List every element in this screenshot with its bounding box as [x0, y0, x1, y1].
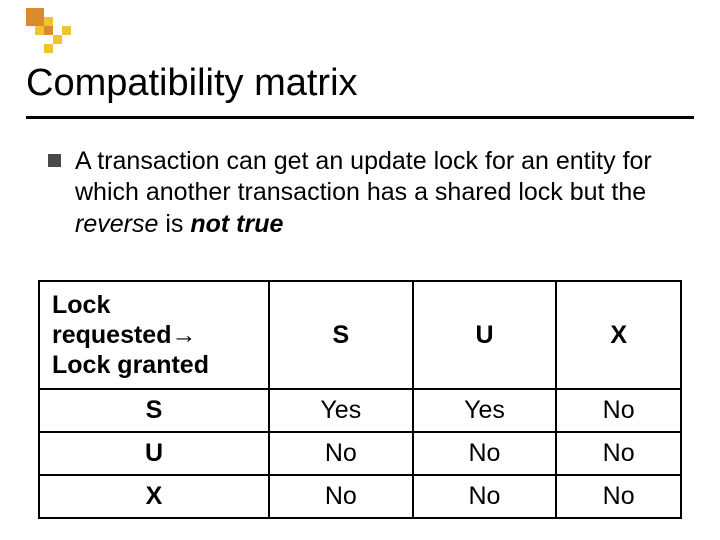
col-header-u: U: [413, 281, 557, 389]
title-divider: [26, 116, 694, 119]
cell: No: [269, 432, 413, 475]
cell: No: [556, 432, 681, 475]
cell: No: [556, 389, 681, 432]
col-header-s: S: [269, 281, 413, 389]
table-header-row: Lock requested→ Lock granted S U X: [39, 281, 681, 389]
cell: No: [413, 475, 557, 518]
table-header-main: Lock requested→ Lock granted: [39, 281, 269, 389]
cell: Yes: [413, 389, 557, 432]
bullet-item: A transaction can get an update lock for…: [48, 146, 678, 240]
cell: Yes: [269, 389, 413, 432]
row-label-x: X: [39, 475, 269, 518]
table-row: S Yes Yes No: [39, 389, 681, 432]
cell: No: [269, 475, 413, 518]
bullet-marker-icon: [48, 154, 61, 167]
cell: No: [556, 475, 681, 518]
cell: No: [413, 432, 557, 475]
slide-title: Compatibility matrix: [26, 62, 358, 105]
col-header-x: X: [556, 281, 681, 389]
bullet-text: A transaction can get an update lock for…: [75, 146, 678, 240]
slide-logo: [26, 8, 72, 54]
table-row: U No No No: [39, 432, 681, 475]
compatibility-table: Lock requested→ Lock granted S U X S Yes…: [38, 280, 682, 519]
row-label-u: U: [39, 432, 269, 475]
table-row: X No No No: [39, 475, 681, 518]
row-label-s: S: [39, 389, 269, 432]
